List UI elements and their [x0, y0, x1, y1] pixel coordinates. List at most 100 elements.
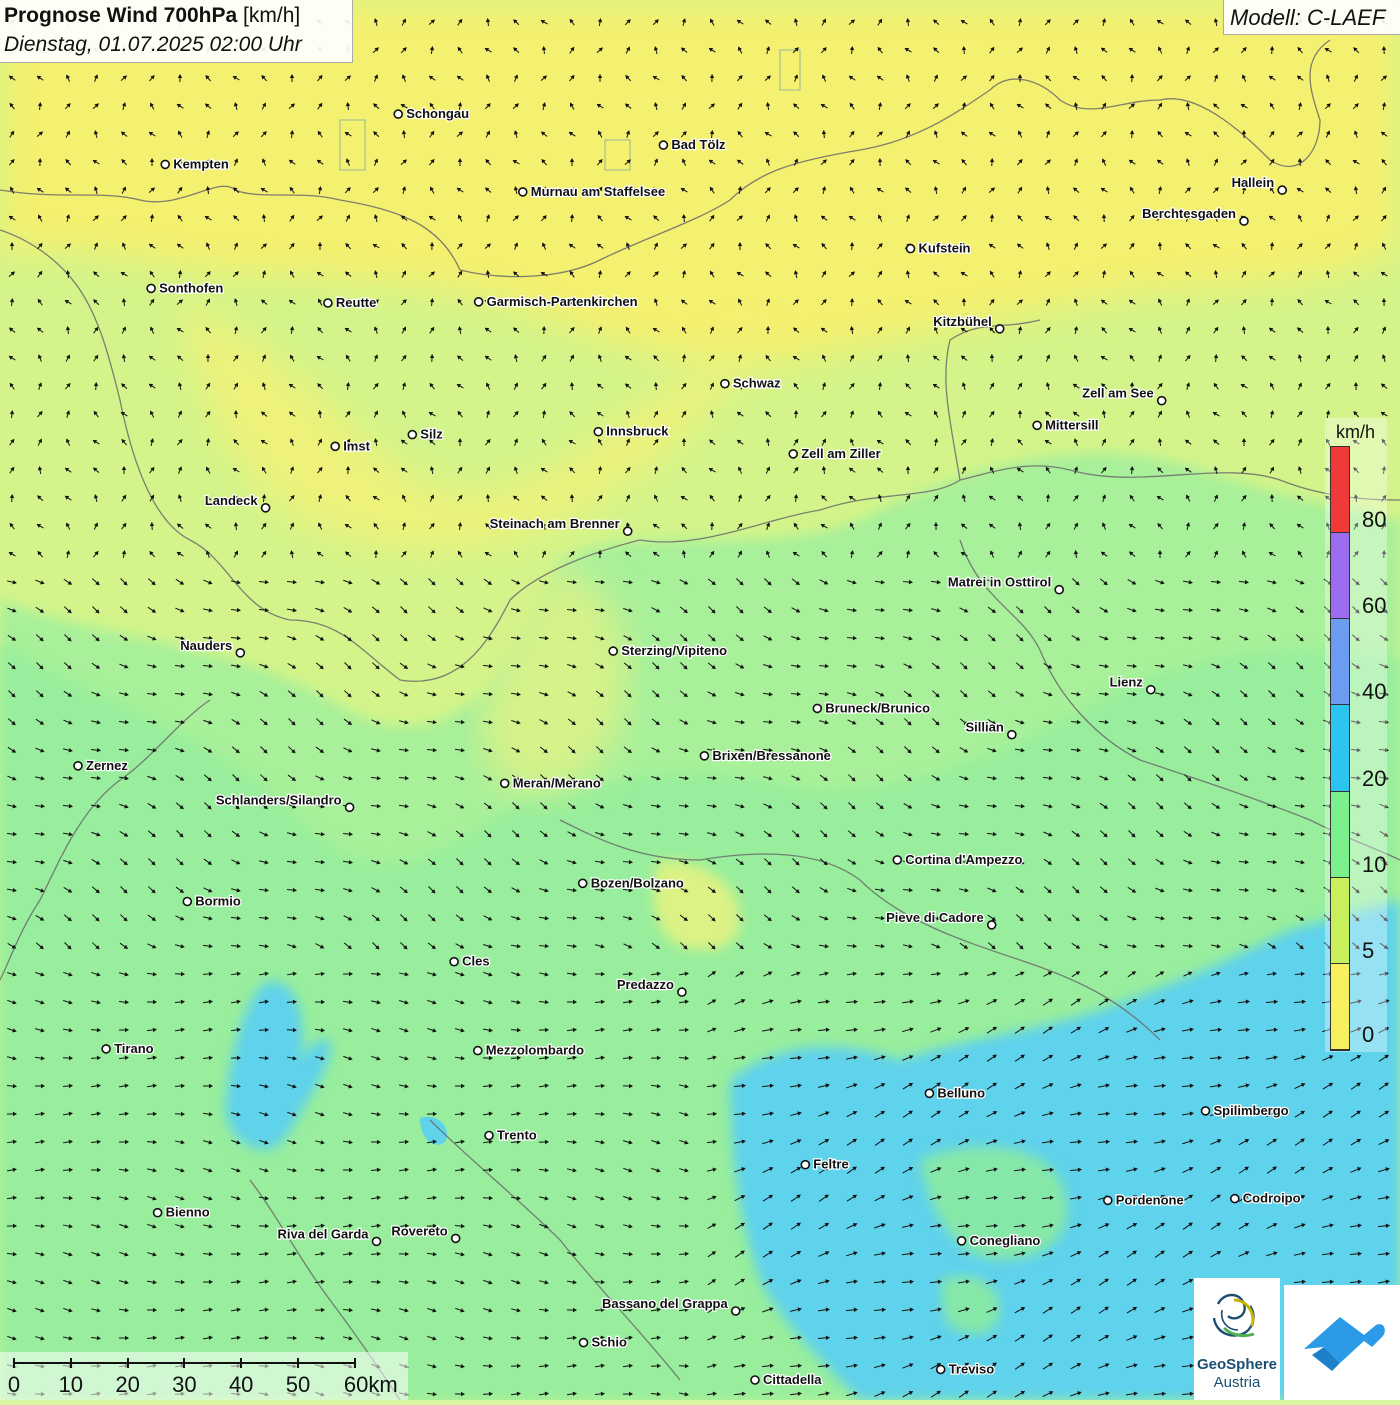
city-label: Pordenone — [1116, 1192, 1184, 1207]
city-label: Sillian — [966, 720, 1004, 735]
city-label: Berchtesgaden — [1142, 206, 1236, 221]
city-dot — [262, 504, 270, 512]
city-label: Bassano del Grappa — [602, 1296, 728, 1311]
city-marker: Cortina d'Ampezzo — [893, 852, 1022, 867]
city-label: Reutte — [336, 295, 376, 310]
city-dot — [907, 245, 915, 253]
city-dot — [751, 1376, 759, 1384]
legend-segment — [1331, 619, 1349, 705]
city-dot — [721, 380, 729, 388]
logo-sub: Austria — [1194, 1374, 1280, 1391]
legend-label: 0 — [1362, 1022, 1374, 1048]
city-dot — [937, 1366, 945, 1374]
city-dot — [659, 141, 667, 149]
city-dot — [452, 1234, 460, 1242]
legend-segment — [1331, 705, 1349, 791]
scale-label: 10 — [59, 1372, 83, 1398]
city-dot — [732, 1307, 740, 1315]
city-label: Cortina d'Ampezzo — [905, 852, 1022, 867]
city-dot — [580, 1339, 588, 1347]
city-dot — [801, 1161, 809, 1169]
city-label: Bad Tölz — [671, 137, 726, 152]
city-dot — [147, 284, 155, 292]
city-dot — [893, 856, 901, 864]
city-dot — [501, 779, 509, 787]
city-marker: Meran/Merano — [501, 775, 601, 790]
city-label: Pieve di Cadore — [886, 910, 984, 925]
geosphere-logo[interactable]: GeoSphere Austria — [1194, 1278, 1280, 1400]
city-label: Brixen/Bressanone — [712, 748, 831, 763]
scale-label: 30 — [172, 1372, 196, 1398]
title-unit: [km/h] — [243, 4, 300, 27]
city-label: Rovereto — [391, 1223, 447, 1238]
city-dot — [475, 298, 483, 306]
city-dot — [1202, 1107, 1210, 1115]
city-label: Steinach am Brenner — [490, 516, 620, 531]
city-dot — [474, 1047, 482, 1055]
city-label: Murnau am Staffelsee — [531, 184, 665, 199]
city-dot — [519, 188, 527, 196]
model-name: Modell: C-LAEF — [1230, 5, 1385, 31]
city-dot — [1033, 421, 1041, 429]
legend-segment — [1331, 447, 1349, 533]
city-dot — [609, 647, 617, 655]
city-dot — [1278, 186, 1286, 194]
legend-segment — [1331, 878, 1349, 964]
wind-forecast-map[interactable]: Schongau Bad Tölz Kempten Murnau am Staffel… — [0, 0, 1400, 1400]
city-marker: Murnau am Staffelsee — [519, 184, 665, 199]
city-dot — [154, 1209, 162, 1217]
city-label: Schlanders/Silandro — [216, 792, 342, 807]
city-dot — [346, 803, 354, 811]
city-label: Bienno — [166, 1205, 210, 1220]
scale-tick — [354, 1358, 356, 1368]
map-title: Prognose Wind 700hPa [km/h] — [4, 4, 300, 28]
city-label: Predazzo — [617, 977, 674, 992]
city-dot — [813, 704, 821, 712]
city-dot — [925, 1089, 933, 1097]
city-dot — [579, 879, 587, 887]
city-dot — [594, 428, 602, 436]
geosphere-logo-icon — [1194, 1278, 1280, 1358]
city-label: Landeck — [205, 493, 259, 508]
city-marker: Bozen/Bolzano — [579, 875, 684, 890]
city-label: Mittersill — [1045, 417, 1098, 432]
model-box: Modell: C-LAEF — [1223, 0, 1400, 35]
city-label: Zell am See — [1082, 386, 1154, 401]
city-marker: Pordenone — [1104, 1192, 1184, 1207]
city-dot — [958, 1237, 966, 1245]
title-box: Prognose Wind 700hPa [km/h] Dienstag, 01… — [0, 0, 353, 63]
city-label: Matrei in Osttirol — [948, 575, 1051, 590]
cloud-arrow-icon — [1284, 1285, 1400, 1400]
city-marker: Mezzolombardo — [474, 1043, 584, 1058]
scale-label: 60km — [344, 1372, 398, 1398]
city-marker: Schongau — [394, 106, 469, 121]
scale-label: 20 — [115, 1372, 139, 1398]
city-marker: Innsbruck — [594, 424, 669, 439]
city-label: Schwaz — [733, 376, 781, 391]
city-label: Cittadella — [763, 1372, 822, 1387]
forecast-datetime: Dienstag, 01.07.2025 02:00 Uhr — [4, 33, 302, 57]
app-logo[interactable] — [1284, 1285, 1400, 1400]
city-marker: Bruneck/Brunico — [813, 700, 930, 715]
city-label: Bruneck/Brunico — [825, 700, 930, 715]
city-dot — [700, 752, 708, 760]
scale-tick — [240, 1358, 242, 1368]
city-label: Feltre — [813, 1157, 848, 1172]
city-marker: Brixen/Bressanone — [700, 748, 831, 763]
city-label: Tirano — [114, 1041, 154, 1056]
city-label: Codroipo — [1243, 1191, 1301, 1206]
city-label: Spilimbergo — [1214, 1103, 1289, 1118]
scale-label: 0 — [8, 1372, 20, 1398]
city-marker: Sonthofen — [147, 280, 223, 295]
city-label: Schongau — [406, 106, 469, 121]
city-dot — [1240, 217, 1248, 225]
scale-label: 50 — [286, 1372, 310, 1398]
legend-label: 10 — [1362, 852, 1386, 878]
legend-label: 5 — [1362, 938, 1374, 964]
city-dot — [624, 527, 632, 535]
scale-tick — [183, 1358, 185, 1368]
legend-segment — [1331, 964, 1349, 1050]
city-label: Schio — [592, 1335, 627, 1350]
city-dot — [1231, 1195, 1239, 1203]
city-label: Kempten — [173, 156, 229, 171]
